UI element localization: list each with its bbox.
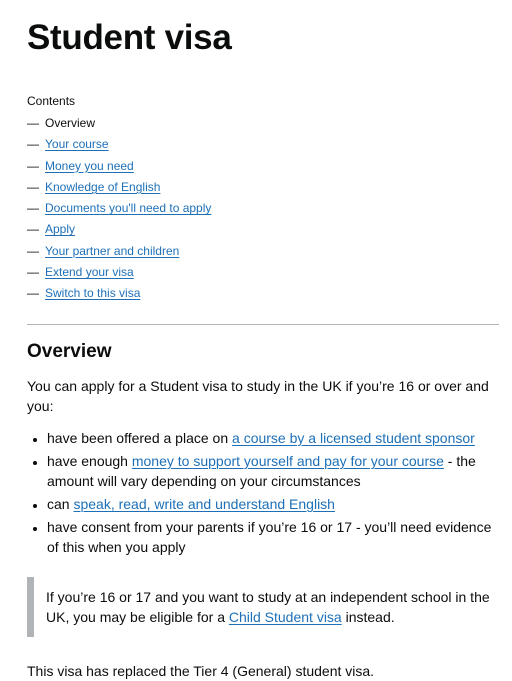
contents-link-apply[interactable]: Apply	[45, 222, 75, 236]
list-item-text: have enough	[47, 452, 132, 469]
contents-item-switch: — Switch to this visa	[27, 286, 499, 307]
inset-text: If you’re 16 or 17 and you want to study…	[27, 576, 496, 637]
contents-link-switch-visa[interactable]: Switch to this visa	[45, 286, 140, 300]
dash-icon: —	[27, 201, 39, 216]
dash-icon: —	[27, 158, 39, 173]
list-item: have enough money to support yourself an…	[47, 451, 499, 491]
english-link[interactable]: speak, read, write and understand Englis…	[73, 496, 335, 512]
eligibility-list: have been offered a place on a course by…	[27, 428, 499, 557]
contents-item-partner: — Your partner and children	[27, 244, 499, 265]
list-item-text: have consent from your parents if you’re…	[47, 518, 492, 555]
contents-link-knowledge-of-english[interactable]: Knowledge of English	[45, 180, 160, 194]
contents-item-apply: — Apply	[27, 222, 499, 243]
list-item: have consent from your parents if you’re…	[47, 517, 499, 557]
list-item: have been offered a place on a course by…	[47, 428, 499, 448]
inset-text-after: instead.	[341, 608, 395, 625]
contents-link-partner-children[interactable]: Your partner and children	[45, 244, 179, 258]
inset-paragraph: If you’re 16 or 17 and you want to study…	[46, 587, 496, 627]
page: Student visa Contents — Overview — Your …	[0, 0, 512, 681]
contents-link-your-course[interactable]: Your course	[45, 137, 109, 151]
page-title: Student visa	[27, 18, 232, 57]
contents-title: Contents	[27, 94, 76, 108]
contents-nav: Contents — Overview — Your course — Mone…	[27, 94, 499, 308]
money-link[interactable]: money to support yourself and pay for yo…	[132, 453, 444, 469]
licensed-sponsor-link[interactable]: a course by a licensed student sponsor	[232, 430, 475, 446]
contents-item-your-course: — Your course	[27, 137, 499, 158]
contents-item-documents: — Documents you'll need to apply	[27, 201, 499, 222]
section-divider	[27, 323, 499, 325]
replacement-note: This visa has replaced the Tier 4 (Gener…	[27, 662, 375, 679]
contents-item-overview: — Overview	[27, 116, 499, 137]
list-item-text: can	[47, 495, 74, 512]
contents-item-extend: — Extend your visa	[27, 265, 499, 286]
contents-item-money: — Money you need	[27, 159, 499, 180]
list-item: can speak, read, write and understand En…	[47, 494, 499, 514]
section-heading: Overview	[27, 340, 112, 362]
intro-paragraph: You can apply for a Student visa to stud…	[27, 377, 489, 414]
contents-link-documents[interactable]: Documents you'll need to apply	[45, 201, 211, 215]
dash-icon: —	[27, 286, 39, 301]
contents-current-label: Overview	[45, 116, 96, 130]
dash-icon: —	[27, 179, 39, 194]
contents-link-extend-visa[interactable]: Extend your visa	[45, 265, 134, 279]
contents-item-english: — Knowledge of English	[27, 180, 499, 201]
dash-icon: —	[27, 222, 39, 237]
list-item-text: have been offered a place on	[47, 429, 233, 446]
child-student-visa-link[interactable]: Child Student visa	[229, 609, 342, 625]
contents-link-money-you-need[interactable]: Money you need	[45, 159, 134, 173]
dash-icon: —	[27, 116, 39, 130]
contents-list: — Overview — Your course — Money you nee…	[27, 116, 499, 308]
dash-icon: —	[27, 243, 39, 258]
dash-icon: —	[27, 265, 39, 280]
dash-icon: —	[27, 137, 39, 152]
